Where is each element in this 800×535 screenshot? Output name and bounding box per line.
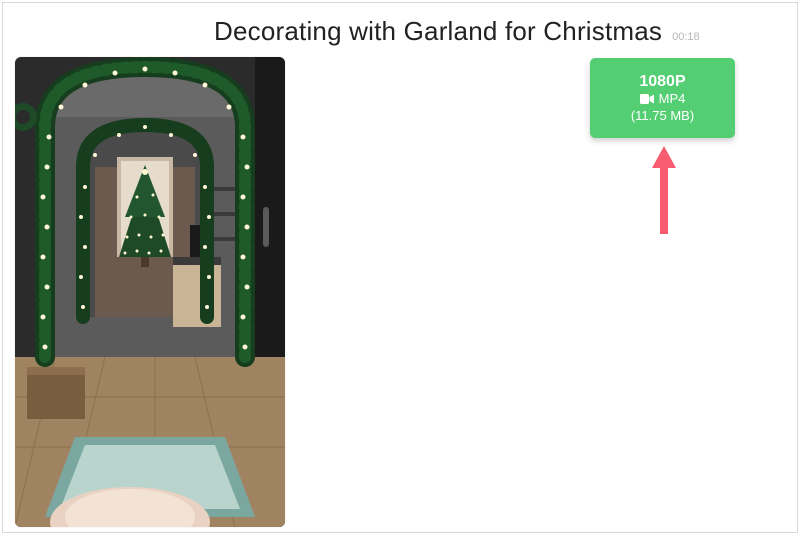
video-duration: 00:18	[672, 31, 700, 43]
header: Decorating with Garland for Christmas 00…	[214, 16, 700, 47]
arrow-up-icon	[652, 146, 676, 234]
download-size: (11.75 MB)	[631, 108, 694, 125]
annotation-arrow	[652, 146, 676, 234]
download-button[interactable]: 1080P MP4 (11.75 MB)	[590, 58, 735, 138]
video-camera-icon	[640, 94, 654, 104]
thumbnail-image	[15, 57, 285, 527]
download-format-row: MP4	[640, 91, 686, 108]
download-resolution: 1080P	[639, 72, 685, 91]
page-title: Decorating with Garland for Christmas	[214, 16, 662, 47]
video-thumbnail[interactable]	[15, 57, 285, 527]
download-format: MP4	[659, 91, 686, 108]
